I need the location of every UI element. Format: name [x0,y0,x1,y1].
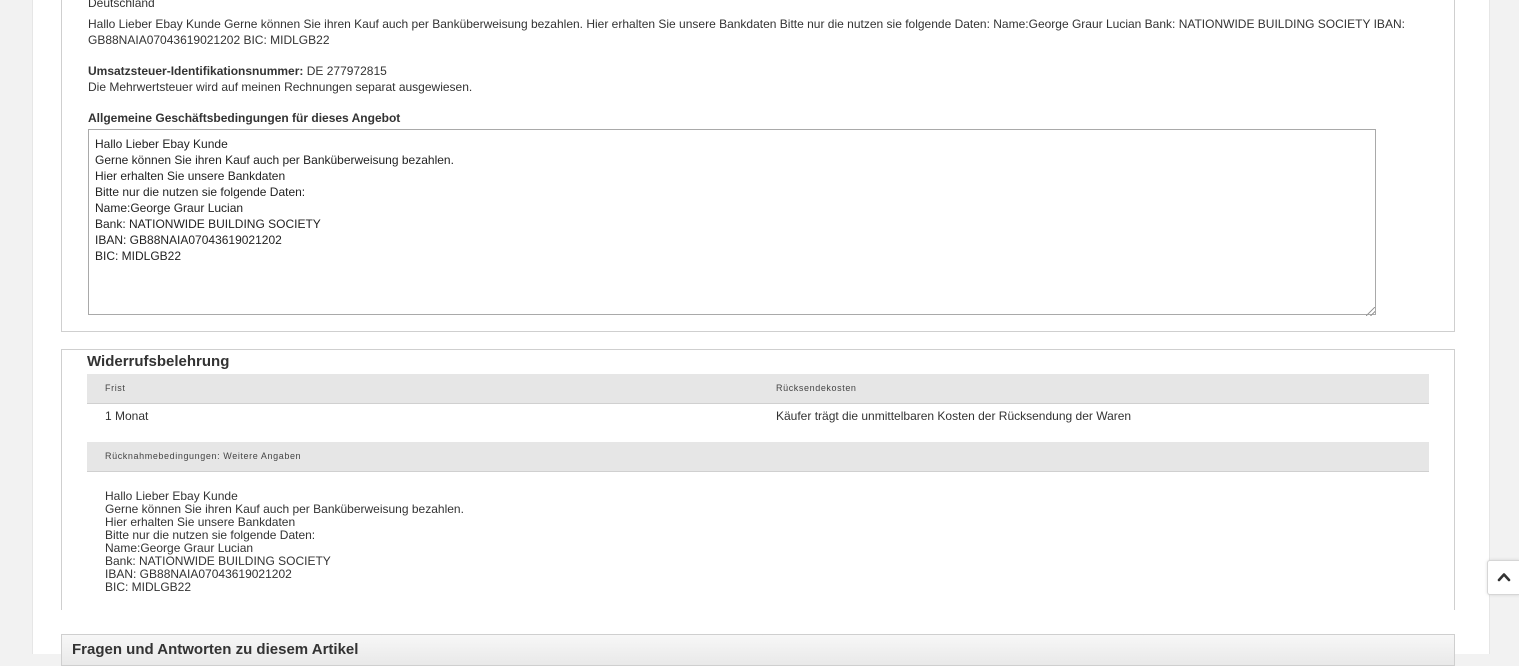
chevron-up-icon [1497,573,1511,582]
resize-grip-icon[interactable] [1366,307,1375,316]
return-policy-section: Widerrufsbelehrung Frist Rücksendekosten… [61,349,1455,610]
return-details-text: Hallo Lieber Ebay Kunde Gerne können Sie… [105,489,464,594]
vat-note: Die Mehrwertsteuer wird auf meinen Rechn… [88,80,473,94]
return-details-heading: Rücknahmebedingungen: Weitere Angaben [105,451,302,461]
seller-country: Deutschland [88,0,155,10]
page-content: Deutschland Hallo Lieber Ebay Kunde Gern… [32,0,1490,666]
deadline-value: 1 Monat [105,409,149,423]
return-policy-title: Widerrufsbelehrung [87,353,230,370]
deadline-column-header: Frist [105,383,126,393]
return-details-header: Rücknahmebedingungen: Weitere Angaben [87,442,1429,472]
return-table-header: Frist Rücksendekosten [87,374,1429,404]
return-costs-column-header: Rücksendekosten [776,383,857,393]
qa-title: Fragen und Antworten zu diesem Artikel [72,641,359,658]
vat-id-label: Umsatzsteuer-Identifikationsnummer: [88,64,304,78]
terms-textarea[interactable]: Hallo Lieber Ebay Kunde Gerne können Sie… [88,129,1376,315]
seller-intro-text: Hallo Lieber Ebay Kunde Gerne können Sie… [88,17,1405,47]
qa-section-header[interactable]: Fragen und Antworten zu diesem Artikel [61,634,1455,666]
seller-info-section: Deutschland Hallo Lieber Ebay Kunde Gern… [61,0,1455,332]
vat-id-row: Umsatzsteuer-Identifikationsnummer: DE 2… [88,63,387,79]
terms-heading: Allgemeine Geschäftsbedingungen für dies… [88,111,401,125]
vat-id-value: DE 277972815 [306,64,387,78]
scroll-to-top-button[interactable] [1487,560,1519,595]
return-costs-value: Käufer trägt die unmittelbaren Kosten de… [776,409,1132,423]
